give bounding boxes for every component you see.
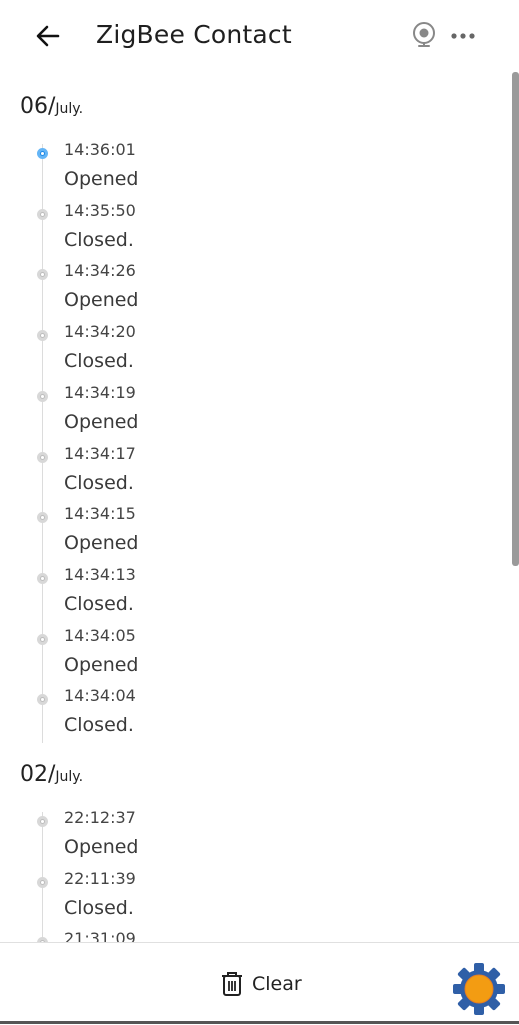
event-time: 14:36:01 [64,140,136,159]
timeline-dot [37,390,48,402]
event-state: Opened [64,168,139,190]
date-header: 06/July. [20,94,83,119]
event-state: Opened [64,836,139,858]
event-time: 14:34:13 [64,564,136,584]
more-horizontal-icon [451,33,475,39]
timeline-dot [37,269,48,281]
event-time: 14:34:15 [64,504,136,524]
date-month: July. [55,101,84,117]
date-day: 06/ [20,94,56,119]
timeline-dot [37,512,48,524]
event-state: Closed. [64,896,134,919]
event-time: 22:12:37 [64,808,136,827]
timeline-dot-active [37,148,48,159]
event-time: 14:34:04 [64,686,136,706]
timeline-dot [37,633,48,645]
timeline-line [42,144,43,743]
event-time: 14:34:26 [64,261,136,281]
timeline-dot [37,572,48,584]
scrollbar[interactable] [512,72,519,566]
event-state: Closed. [64,471,134,494]
event-state: Closed. [64,592,134,615]
timeline-dot [37,330,48,342]
clear-button[interactable]: Clear [220,969,302,999]
event-state: Closed. [64,350,134,373]
clear-label: Clear [252,973,302,995]
back-button[interactable] [30,18,66,54]
webcam-icon [413,22,435,47]
event-time: 14:34:19 [64,382,136,402]
event-state: Opened [64,289,139,312]
trash-icon [222,972,242,996]
timeline-dot [37,876,48,888]
event-state: Closed. [64,714,134,737]
event-time: 14:34:05 [64,625,136,645]
event-time: 14:35:50 [64,200,136,220]
history-list[interactable]: 06/July. 14:36:01 Opened 14:35:50 Closed. 14:… [0,72,519,942]
event-state: Closed. [64,228,134,251]
bottom-bar: Clear [0,942,519,1025]
more-button[interactable] [448,24,480,48]
date-day: 02/ [20,762,56,787]
camera-button[interactable] [410,20,438,52]
timeline-dot [37,816,48,827]
settings-button[interactable] [452,962,506,1016]
event-state: Opened [64,410,139,433]
timeline-dot [37,694,48,706]
event-time: 21:31:09 [64,929,136,942]
event-time: 14:34:20 [64,322,136,342]
page-title: ZigBee Contact [96,20,292,49]
gear-icon [453,963,505,1015]
event-time: 22:11:39 [64,868,136,888]
date-month: July. [55,769,84,785]
timeline-dot [37,451,48,463]
timeline-dot [37,208,48,220]
event-time: 14:34:17 [64,443,136,463]
event-state: Opened [64,653,139,676]
arrow-left-icon [36,25,60,47]
app-bar: ZigBee Contact [0,0,519,72]
event-state: Opened [64,532,139,555]
date-header: 02/July. [20,762,83,787]
